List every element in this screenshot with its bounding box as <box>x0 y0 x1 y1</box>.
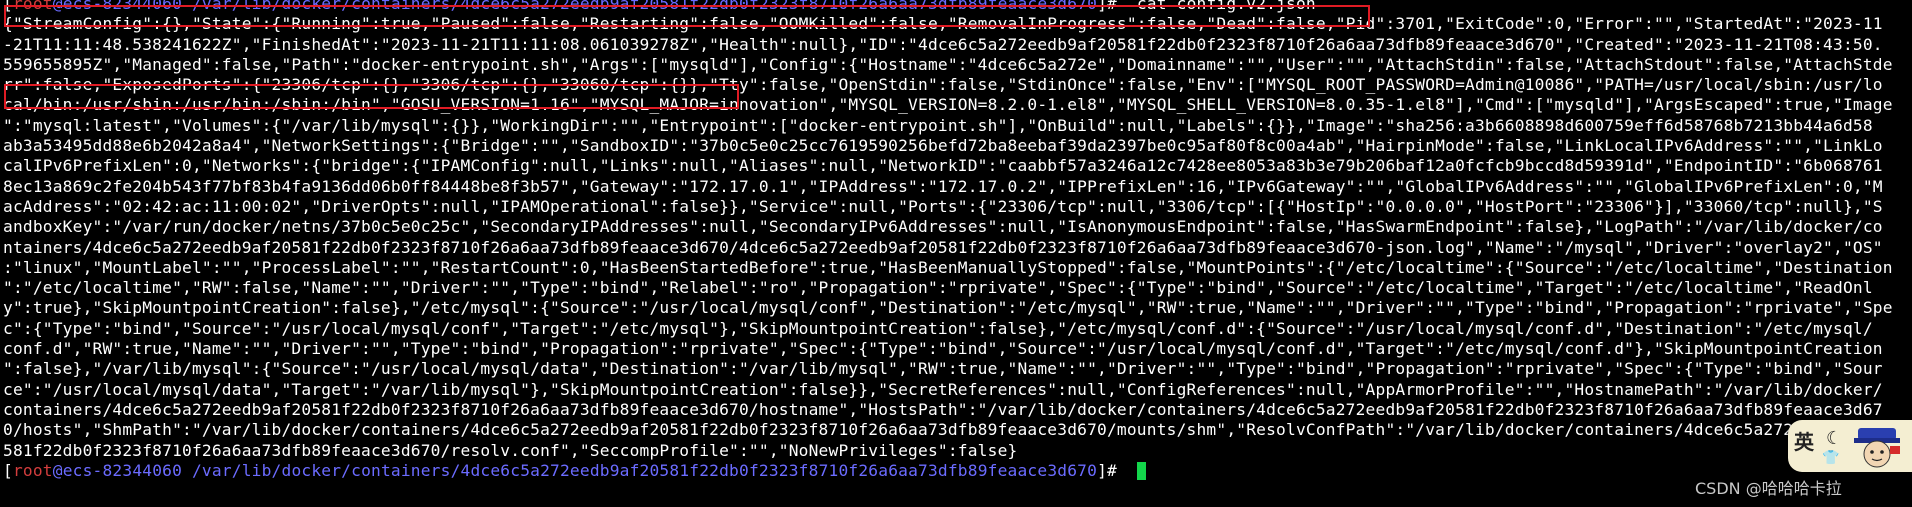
ime-toolbar[interactable]: 英 ☾ 👕 <box>1788 420 1912 472</box>
output-line: cal/bin:/usr/sbin:/usr/bin:/sbin:/bin","… <box>3 95 1893 115</box>
output-line: ":"/etc/localtime","RW":false,"Name":"",… <box>3 278 1893 298</box>
output-line: acAddress":"02:42:ac:11:00:02","DriverOp… <box>3 197 1893 217</box>
ime-mascot-icon <box>1854 428 1900 468</box>
prompt-host-path: @ecs-82344060 /var/lib/docker/containers… <box>52 0 1098 13</box>
line-text: 559655895Z","Managed":false,"Path":"dock… <box>3 54 1893 74</box>
output-line: 0/hosts","ShmPath":"/var/lib/docker/cont… <box>3 420 1893 440</box>
line-text: {"StreamConfig":{},"State":{"Running":tr… <box>3 14 1883 34</box>
output-line: 559655895Z","Managed":false,"Path":"dock… <box>3 55 1893 75</box>
output-line: -21T11:11:48.538241622Z","FinishedAt":"2… <box>3 35 1893 55</box>
line-text: 581f22db0f2323f8710f26a6aa73dfb89feaace3… <box>3 440 1018 460</box>
output-line: containers/4dce6c5a272eedb9af20581f22db0… <box>3 400 1893 420</box>
line-text: c":{"Type":"bind","Source":"/usr/local/m… <box>3 318 1873 338</box>
terminal-output[interactable]: [root@ecs-82344060 /var/lib/docker/conta… <box>3 0 1893 481</box>
ime-moon-icon[interactable]: ☾ <box>1826 428 1842 449</box>
line-text: ]# <box>1097 460 1127 480</box>
line-text: ":"mysql:latest","Volumes":{"/var/lib/my… <box>3 115 1873 135</box>
terminal-window[interactable]: [root@ecs-82344060 /var/lib/docker/conta… <box>0 0 1912 507</box>
prompt-host-path: @ecs-82344060 /var/lib/docker/containers… <box>52 460 1098 480</box>
ime-language-mode[interactable]: 英 <box>1794 426 1814 455</box>
output-line: ab3a53495dd88e6b2042a8a4","NetworkSettin… <box>3 136 1893 156</box>
output-line: {"StreamConfig":{},"State":{"Running":tr… <box>3 14 1893 34</box>
output-line: ntainers/4dce6c5a272eedb9af20581f22db0f2… <box>3 238 1893 258</box>
line-text: y":true},"SkipMountpointCreation":false}… <box>3 298 1893 318</box>
line-text: :"linux","MountLabel":"","ProcessLabel":… <box>3 257 1893 277</box>
line-text: containers/4dce6c5a272eedb9af20581f22db0… <box>3 399 1883 419</box>
prompt-user: root <box>12 0 53 13</box>
output-line: 8ec13a869c2fe204b543f77bf83b4fa9136dd06b… <box>3 177 1893 197</box>
output-line: 581f22db0f2323f8710f26a6aa73dfb89feaace3… <box>3 441 1893 461</box>
terminal-cursor <box>1136 461 1146 480</box>
prompt-user: root <box>12 460 53 480</box>
output-line: :"linux","MountLabel":"","ProcessLabel":… <box>3 258 1893 278</box>
line-text: ":false},"/var/lib/mysql":{"Source":"/us… <box>3 359 1883 379</box>
line-text: calIPv6PrefixLen":0,"Networks":{"bridge"… <box>3 156 1883 176</box>
ime-skin-icon[interactable]: 👕 <box>1822 450 1839 466</box>
output-line: calIPv6PrefixLen":0,"Networks":{"bridge"… <box>3 156 1893 176</box>
line-text: [ <box>3 460 13 480</box>
line-text: ntainers/4dce6c5a272eedb9af20581f22db0f2… <box>3 237 1883 257</box>
csdn-watermark: CSDN @哈哈哈卡拉 <box>1695 479 1842 498</box>
line-text: conf.d","RW":true,"Name":"","Driver":"",… <box>3 339 1883 359</box>
line-text: 8ec13a869c2fe204b543f77bf83b4fa9136dd06b… <box>3 176 1883 196</box>
output-line: ce":"/usr/local/mysql/data","Target":"/v… <box>3 380 1893 400</box>
line-text: ce":"/usr/local/mysql/data","Target":"/v… <box>3 379 1883 399</box>
line-text: -21T11:11:48.538241622Z","FinishedAt":"2… <box>3 34 1883 54</box>
output-line: y":true},"SkipMountpointCreation":false}… <box>3 298 1893 318</box>
line-text: cal/bin:/usr/sbin:/usr/bin:/sbin:/bin","… <box>3 95 1893 115</box>
command-line: [root@ecs-82344060 /var/lib/docker/conta… <box>3 0 1893 14</box>
line-text: ]# cat config.v2.json <box>1097 0 1316 13</box>
line-text: [ <box>3 0 13 13</box>
output-line: c":{"Type":"bind","Source":"/usr/local/m… <box>3 319 1893 339</box>
line-text: acAddress":"02:42:ac:11:00:02","DriverOp… <box>3 196 1883 216</box>
line-text: ab3a53495dd88e6b2042a8a4","NetworkSettin… <box>3 136 1883 156</box>
output-line: ":false},"/var/lib/mysql":{"Source":"/us… <box>3 359 1893 379</box>
output-line: ":"mysql:latest","Volumes":{"/var/lib/my… <box>3 116 1893 136</box>
line-text: andboxKey":"/var/run/docker/netns/37b0c5… <box>3 217 1883 237</box>
prompt-line: [root@ecs-82344060 /var/lib/docker/conta… <box>3 461 1893 481</box>
output-line: andboxKey":"/var/run/docker/netns/37b0c5… <box>3 217 1893 237</box>
line-text: rr":false,"ExposedPorts":{"23306/tcp":{}… <box>3 75 1883 95</box>
line-text: 0/hosts","ShmPath":"/var/lib/docker/cont… <box>3 420 1883 440</box>
line-text: ":"/etc/localtime","RW":false,"Name":"",… <box>3 278 1873 298</box>
output-line: conf.d","RW":true,"Name":"","Driver":"",… <box>3 339 1893 359</box>
output-line: rr":false,"ExposedPorts":{"23306/tcp":{}… <box>3 75 1893 95</box>
